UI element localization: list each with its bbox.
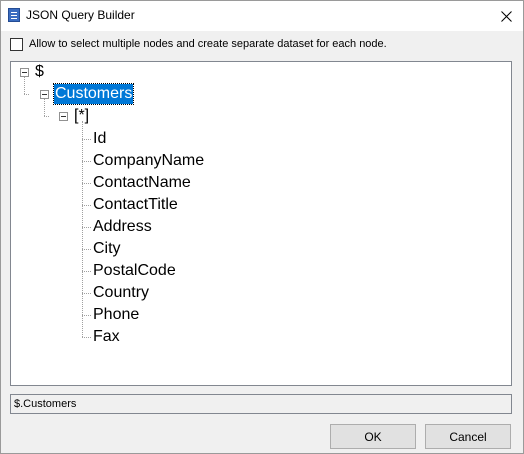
- close-icon: [500, 10, 512, 22]
- root-expander-icon[interactable]: [20, 68, 29, 77]
- tree-node-field[interactable]: Country: [93, 283, 149, 303]
- json-tree[interactable]: $ Customers [*] Id CompanyName ContactNa…: [10, 61, 512, 386]
- tree-node-field[interactable]: City: [93, 239, 121, 259]
- tree-connector: [82, 161, 91, 162]
- tree-node-array[interactable]: [*]: [74, 106, 89, 126]
- tree-node-field[interactable]: ContactTitle: [93, 195, 178, 215]
- ok-button[interactable]: OK: [330, 424, 416, 449]
- tree-connector: [82, 271, 91, 272]
- tree-connector: [82, 183, 91, 184]
- tree-node-customers[interactable]: Customers: [52, 83, 135, 105]
- json-query-builder-dialog: JSON Query Builder Allow to select multi…: [0, 0, 524, 454]
- multi-select-checkbox[interactable]: [10, 37, 23, 51]
- tree-node-field[interactable]: CompanyName: [93, 151, 204, 171]
- multi-select-label: Allow to select multiple nodes and creat…: [29, 38, 387, 50]
- tree-connector: [82, 205, 91, 206]
- tree-node-field[interactable]: ContactName: [93, 173, 191, 193]
- window-title: JSON Query Builder: [26, 8, 135, 22]
- tree-connector: [82, 227, 91, 228]
- tree-connector: [44, 116, 49, 117]
- tree-node-field[interactable]: Fax: [93, 327, 120, 347]
- tree-node-field[interactable]: Address: [93, 217, 152, 237]
- tree-connector: [82, 337, 91, 338]
- tree-connector: [24, 76, 25, 94]
- tree-connector: [82, 121, 83, 337]
- array-expander-icon[interactable]: [59, 112, 68, 121]
- multi-select-option[interactable]: Allow to select multiple nodes and creat…: [10, 37, 387, 51]
- tree-node-field[interactable]: Phone: [93, 305, 139, 325]
- selected-path-field[interactable]: $.Customers: [10, 394, 512, 414]
- tree-connector: [82, 249, 91, 250]
- tree-node-field[interactable]: PostalCode: [93, 261, 176, 281]
- tree-node-root[interactable]: $: [35, 62, 44, 82]
- tree-connector: [82, 293, 91, 294]
- cancel-button[interactable]: Cancel: [425, 424, 511, 449]
- tree-connector: [82, 139, 91, 140]
- customers-expander-icon[interactable]: [40, 90, 49, 99]
- app-icon: [8, 8, 20, 22]
- tree-connector: [24, 94, 29, 95]
- tree-node-field[interactable]: Id: [93, 129, 106, 149]
- tree-connector: [44, 99, 45, 116]
- close-button[interactable]: [489, 1, 523, 31]
- title-bar: JSON Query Builder: [1, 1, 523, 31]
- tree-connector: [82, 315, 91, 316]
